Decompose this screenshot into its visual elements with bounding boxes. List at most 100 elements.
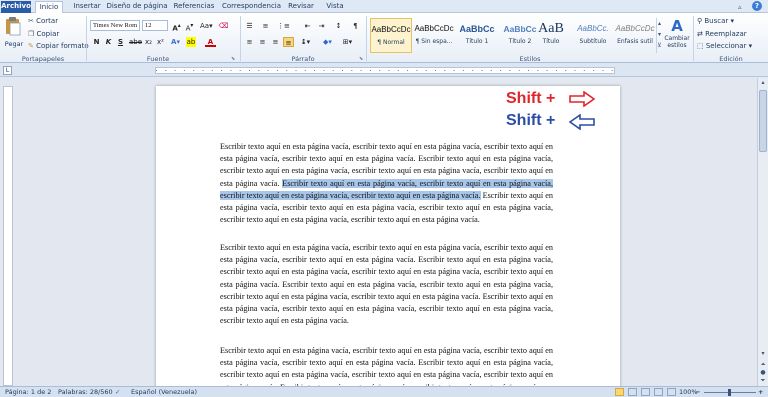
web-layout-icon[interactable] (641, 388, 650, 396)
change-styles-icon: A (671, 17, 683, 35)
zoom-in-icon[interactable]: + (758, 387, 763, 397)
align-left-icon[interactable]: ≡ (244, 37, 255, 47)
font-dialog-launcher-icon[interactable]: ⬊ (231, 56, 235, 62)
tab-diseno-pagina[interactable]: Diseño de página (106, 1, 168, 13)
shading-icon[interactable]: ◆▾ (322, 37, 333, 47)
subscript-icon[interactable]: x₂ (143, 37, 154, 47)
font-name-combo[interactable]: Times New Rom (90, 20, 140, 31)
show-formatting-icon[interactable]: ¶ (350, 21, 361, 31)
style-preview: AaBbCcDc (615, 24, 655, 33)
tab-insertar[interactable]: Insertar (70, 1, 104, 13)
ribbon: Pegar ✂ Cortar ❐ Copiar ✎ Copiar formato… (0, 13, 768, 63)
arrow-left-icon (569, 114, 595, 130)
vertical-scrollbar[interactable]: ▴ ▾ ⏶ ● ⏷ (757, 78, 768, 386)
language[interactable]: Español (Venezuela) (131, 387, 197, 397)
find-label: Buscar (704, 17, 729, 25)
paste-button[interactable]: Pegar (4, 16, 24, 54)
document-page[interactable]: Shift + Shift + Escribir texto aquí en e… (156, 86, 620, 386)
tab-archivo[interactable]: Archivo (1, 1, 31, 13)
editing-group-label: Edición (719, 55, 743, 63)
sort-icon[interactable]: ↕ (333, 21, 344, 31)
grow-font-icon[interactable]: A▴ (171, 21, 182, 32)
next-page-icon[interactable]: ⏷ (759, 377, 767, 385)
style-titulo[interactable]: AaB Título (531, 18, 571, 53)
font-color-icon[interactable]: A (205, 37, 216, 47)
font-size-combo[interactable]: 12 (142, 20, 168, 31)
scroll-thumb[interactable] (759, 90, 767, 152)
change-styles-label: Cambiar estilos (664, 35, 690, 49)
align-center-icon[interactable]: ≡ (257, 37, 268, 47)
tab-correspondencia[interactable]: Correspondencia (222, 1, 281, 13)
change-case-icon[interactable]: Aa▾ (200, 21, 213, 31)
italic-icon[interactable]: K (103, 37, 114, 47)
draft-icon[interactable] (667, 388, 676, 396)
underline-icon[interactable]: S (115, 37, 126, 47)
divider (86, 16, 87, 61)
style-preview: AaBbCc (459, 24, 495, 34)
browse-object-icon[interactable]: ● (759, 369, 767, 377)
select-label: Seleccionar (705, 42, 747, 50)
strikethrough-icon[interactable]: abe (129, 37, 142, 47)
paragraph-3[interactable]: Escribir texto aquí en esta página vacía… (220, 345, 553, 386)
justify-icon[interactable]: ≡ (283, 37, 294, 47)
tab-selector-icon[interactable]: L (3, 66, 12, 75)
bold-icon[interactable]: N (91, 37, 102, 47)
clipboard-group-label: Portapapeles (21, 55, 65, 63)
shrink-font-icon[interactable]: A▾ (184, 21, 195, 32)
style-name: ¶ Normal (377, 39, 405, 46)
format-painter-label: Copiar formato (36, 42, 89, 50)
numbering-icon[interactable]: ≡ (260, 21, 271, 31)
copy-button[interactable]: ❐ Copiar (28, 29, 59, 39)
borders-icon[interactable]: ⊞▾ (342, 37, 353, 47)
styles-scroll-icon[interactable]: ▴ ▾ ⊻ (656, 18, 662, 53)
increase-indent-icon[interactable]: ⇥ (316, 21, 327, 31)
copy-icon: ❐ (28, 30, 35, 38)
page-count[interactable]: Página: 1 de 2 (5, 387, 51, 397)
find-button[interactable]: ⚲ Buscar ▾ (697, 16, 734, 26)
horizontal-ruler[interactable]: L (0, 63, 768, 77)
zoom-slider-thumb[interactable] (728, 389, 731, 396)
shift-right-label: Shift + (506, 90, 556, 107)
style-name: ¶ Sin espa... (415, 38, 453, 45)
style-titulo-1[interactable]: AaBbCc Título 1 (456, 18, 498, 53)
help-icon[interactable]: ? (752, 1, 762, 11)
print-layout-icon[interactable] (615, 388, 624, 396)
minimize-ribbon-icon[interactable]: ▵ (738, 3, 742, 11)
paragraph-1[interactable]: Escribir texto aquí en esta página vacía… (220, 141, 553, 226)
clear-format-icon[interactable]: ⌫ (218, 21, 229, 31)
zoom-out-icon[interactable]: − (695, 387, 700, 397)
outline-icon[interactable] (654, 388, 663, 396)
replace-button[interactable]: ⇄ Reemplazar (697, 29, 747, 39)
multilevel-list-icon[interactable]: ⋮≡ (277, 21, 290, 31)
select-button[interactable]: ⬚ Seleccionar ▾ (697, 41, 752, 51)
paste-label: Pegar (4, 40, 24, 48)
prev-page-icon[interactable]: ⏶ (759, 361, 767, 369)
align-right-icon[interactable]: ≡ (270, 37, 281, 47)
decrease-indent-icon[interactable]: ⇤ (302, 21, 313, 31)
paragraph-2[interactable]: Escribir texto aquí en esta página vacía… (220, 242, 553, 327)
style-sin-espaciado[interactable]: AaBbCcDc ¶ Sin espa... (413, 18, 455, 53)
style-normal[interactable]: AaBbCcDc ¶ Normal (370, 18, 412, 53)
replace-icon: ⇄ (697, 30, 703, 38)
style-subtitulo[interactable]: AaBbCc. Subtítulo (572, 18, 614, 53)
style-enfasis-sutil[interactable]: AaBbCcDc Énfasis sutil (614, 18, 656, 53)
scroll-up-icon[interactable]: ▴ (759, 79, 767, 87)
cut-button[interactable]: ✂ Cortar (28, 16, 58, 26)
format-painter-button[interactable]: ✎ Copiar formato (28, 41, 89, 51)
superscript-icon[interactable]: x² (155, 37, 166, 47)
tab-referencias[interactable]: Referencias (171, 1, 217, 13)
tab-revisar[interactable]: Revisar (285, 1, 317, 13)
change-styles-button[interactable]: A Cambiar estilos (664, 17, 690, 49)
text-effects-icon[interactable]: A▾ (170, 37, 181, 47)
word-count[interactable]: Palabras: 28/560 (58, 387, 113, 397)
full-screen-reading-icon[interactable] (628, 388, 637, 396)
vertical-ruler[interactable] (3, 86, 13, 386)
style-preview: AaB (538, 21, 564, 36)
scroll-down-icon[interactable]: ▾ (759, 350, 767, 358)
tab-vista[interactable]: Vista (322, 1, 348, 13)
bullets-icon[interactable]: ☰ (244, 21, 255, 31)
highlight-icon[interactable]: ab (186, 37, 196, 47)
paragraph-dialog-launcher-icon[interactable]: ⬊ (359, 56, 363, 62)
line-spacing-icon[interactable]: ↨▾ (300, 37, 311, 47)
proofing-icon[interactable]: ✓ (115, 387, 120, 397)
